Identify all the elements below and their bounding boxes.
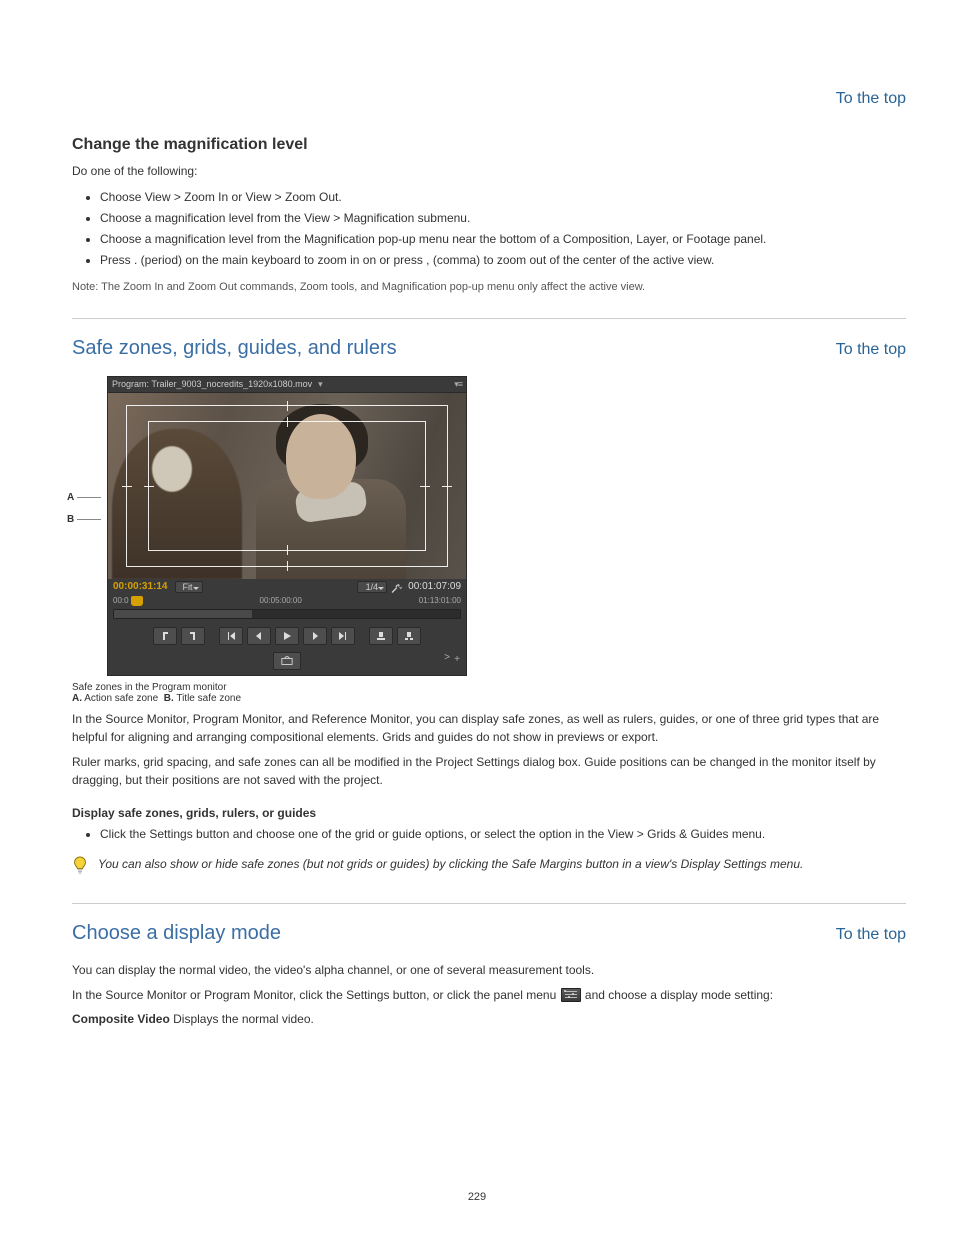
title-safe-zone — [148, 421, 426, 551]
body-text: In the Source Monitor or Program Monitor… — [72, 986, 906, 1005]
extract-button[interactable] — [397, 627, 421, 645]
note-text: Note: The Zoom In and Zoom Out commands,… — [72, 279, 906, 296]
intro-text: Do one of the following: — [72, 162, 906, 181]
caption-text-b: Title safe zone — [176, 693, 241, 704]
go-to-in-button[interactable] — [219, 627, 243, 645]
to-top-link[interactable]: To the top — [836, 90, 906, 107]
settings-icon[interactable] — [391, 581, 403, 593]
list-item: Choose a magnification level from the Vi… — [100, 208, 906, 229]
heading-display-mode: Choose a display mode — [72, 922, 836, 945]
panel-menu-icon[interactable]: ▾≡ — [454, 379, 462, 390]
definition-row: Composite Video Displays the normal vide… — [72, 1010, 906, 1029]
divider — [72, 903, 906, 904]
go-to-out-button[interactable] — [331, 627, 355, 645]
lift-button[interactable] — [369, 627, 393, 645]
heading-magnification: Change the magnification level — [72, 136, 906, 154]
ruler-left: 00:0 — [113, 596, 129, 605]
caption-key-b: B. — [164, 693, 174, 704]
caption-text-a: Action safe zone — [84, 693, 158, 704]
callout-b: B — [67, 514, 74, 525]
list-item: Choose View > Zoom In or View > Zoom Out… — [100, 187, 906, 208]
button-editor-expand-icon[interactable]: > — [444, 652, 450, 663]
zoom-fit-dropdown[interactable]: Fit — [175, 581, 203, 593]
step-forward-button[interactable] — [303, 627, 327, 645]
play-button[interactable] — [275, 627, 299, 645]
step-back-button[interactable] — [247, 627, 271, 645]
list-item: Press . (period) on the main keyboard to… — [100, 250, 906, 271]
panel-menu-inline-icon — [561, 988, 581, 1002]
figure-caption: Safe zones in the Program monitor — [72, 682, 227, 693]
list-item: Choose a magnification level from the Ma… — [100, 229, 906, 250]
caption-key-a: A. — [72, 693, 82, 704]
body-text: Ruler marks, grid spacing, and safe zone… — [72, 753, 906, 790]
program-monitor: Program: Trailer_9003_nocredits_1920x108… — [107, 376, 467, 676]
mark-out-button[interactable] — [181, 627, 205, 645]
body-text: You can display the normal video, the vi… — [72, 961, 906, 980]
magnification-list: Choose View > Zoom In or View > Zoom Out… — [72, 187, 906, 271]
tip-text: You can also show or hide safe zones (bu… — [98, 855, 803, 881]
monitor-viewport — [108, 393, 466, 579]
body-text: In the Source Monitor, Program Monitor, … — [72, 710, 906, 747]
timecode-right: 00:01:07:09 — [408, 581, 461, 592]
export-frame-button[interactable] — [273, 652, 301, 670]
timeline-track[interactable] — [113, 609, 461, 619]
subheading-display-safe-zones: Display safe zones, grids, rulers, or gu… — [72, 806, 906, 820]
ruler-mid: 00:05:00:00 — [143, 596, 419, 605]
to-top-link[interactable]: To the top — [836, 926, 906, 944]
page-number: 229 — [0, 1191, 954, 1203]
list-item: Click the Settings button and choose one… — [100, 824, 906, 845]
playhead-icon[interactable] — [131, 596, 143, 606]
to-top-link[interactable]: To the top — [836, 341, 906, 359]
timecode-left[interactable]: 00:00:31:14 — [113, 581, 167, 592]
divider — [72, 318, 906, 319]
add-button-icon[interactable]: + — [454, 654, 460, 665]
dropdown-arrow-icon[interactable]: ▾ — [318, 379, 323, 390]
ruler-right: 01:13:01:00 — [419, 596, 461, 605]
monitor-title: Program: Trailer_9003_nocredits_1920x108… — [112, 379, 312, 389]
callout-a: A — [67, 492, 74, 503]
transport-controls — [108, 623, 466, 649]
tip-lightbulb-icon — [72, 856, 88, 881]
mark-in-button[interactable] — [153, 627, 177, 645]
resolution-dropdown[interactable]: 1/4 — [357, 581, 388, 593]
heading-safe-zones: Safe zones, grids, guides, and rulers — [72, 337, 836, 360]
